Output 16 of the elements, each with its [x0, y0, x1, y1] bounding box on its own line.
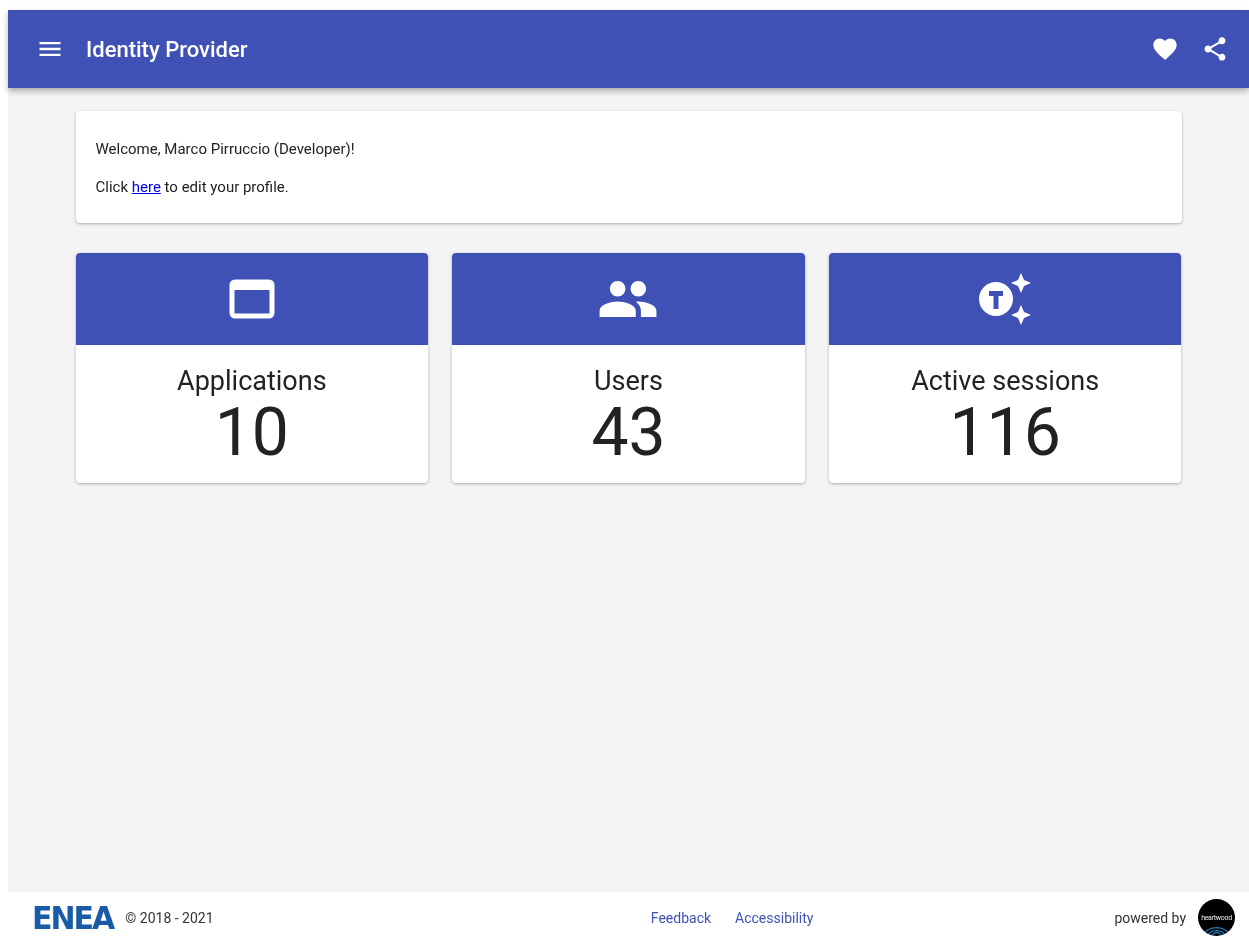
stat-value: 43 [591, 397, 666, 469]
window-icon [228, 279, 275, 319]
copyright-text: © 2018 - 2021 [125, 909, 215, 926]
enea-logo: ENEA [32, 899, 114, 936]
stat-value: 10 [214, 397, 289, 469]
stat-label: Active sessions [911, 365, 1100, 397]
footer-link[interactable]: Feedback [650, 909, 712, 926]
footer-link[interactable]: Accessibility [735, 909, 814, 926]
stat-label: Users [594, 365, 663, 397]
edit-profile-text: Click here to edit your profile. [95, 177, 290, 198]
here-link[interactable]: here [131, 178, 161, 196]
app-title: Identity Provider [86, 36, 249, 62]
welcome-text: Welcome, Marco Pirruccio (Developer)! [95, 139, 356, 160]
stat-value: 116 [949, 397, 1061, 469]
powered-by-text: powered by [1114, 909, 1186, 926]
stat-label: Applications [177, 365, 327, 397]
